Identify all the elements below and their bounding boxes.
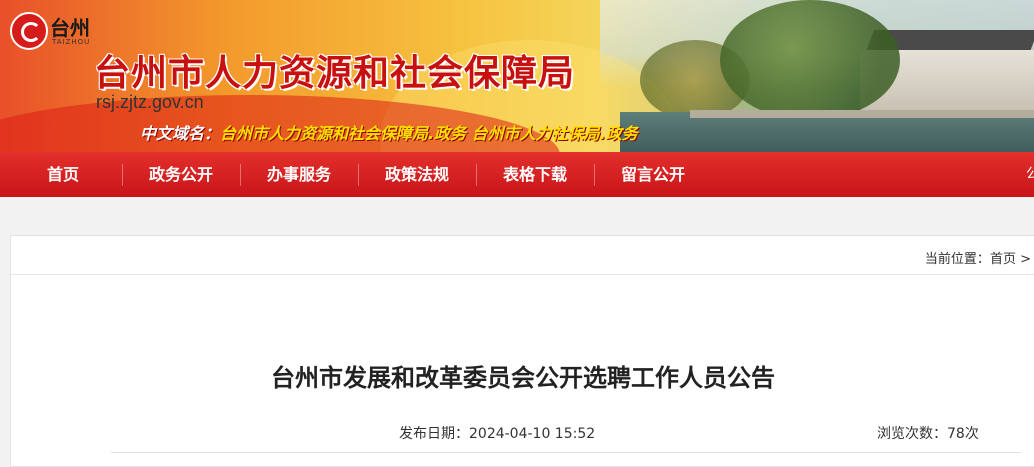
view-count: 浏览次数：78次 xyxy=(877,423,979,443)
site-banner: 台州 TAIZHOU 台州市人力资源和社会保障局 rsj.zjtz.gov.cn… xyxy=(0,0,1034,152)
nav-item-services[interactable]: 办事服务 xyxy=(240,152,358,197)
view-count-label: 浏览次数： xyxy=(877,426,947,442)
banner-tree-large xyxy=(720,0,900,120)
chinese-domain-value: 台州市人力资源和社会保障局.政务 台州市人力社保局.政务 xyxy=(220,124,638,143)
publish-date-label: 发布日期： xyxy=(399,426,469,442)
site-title: 台州市人力资源和社会保障局 xyxy=(94,53,576,94)
logo-icon xyxy=(10,12,48,50)
nav-item-forms-download[interactable]: 表格下载 xyxy=(476,152,594,197)
breadcrumb-home-link[interactable]: 首页 xyxy=(990,252,1016,267)
nav-item-home[interactable]: 首页 xyxy=(4,152,122,197)
nav-item-policies[interactable]: 政策法规 xyxy=(358,152,476,197)
breadcrumb-prefix: 当前位置： xyxy=(924,252,990,267)
banner-walkway xyxy=(690,110,1034,118)
breadcrumb-bar: 当前位置：首页 > xyxy=(11,236,1034,275)
article-title: 台州市发展和改革委员会公开选聘工作人员公告 xyxy=(271,364,775,392)
chinese-domain: 中文域名：台州市人力资源和社会保障局.政务 台州市人力社保局.政务 xyxy=(140,120,638,144)
main-nav: 首页 政务公开 办事服务 政策法规 表格下载 留言公开 公 xyxy=(0,152,1034,197)
logo-subtext: TAIZHOU xyxy=(52,38,91,46)
logo-text: 台州 xyxy=(50,16,90,40)
publish-date: 发布日期：2024-04-10 15:52 xyxy=(399,423,595,443)
breadcrumb: 当前位置：首页 > xyxy=(925,248,1031,267)
chinese-domain-label: 中文域名： xyxy=(140,124,221,143)
city-logo[interactable]: 台州 TAIZHOU xyxy=(10,10,106,50)
content-panel: 当前位置：首页 > 台州市发展和改革委员会公开选聘工作人员公告 发布日期：202… xyxy=(10,235,1034,467)
publish-date-value: 2024-04-10 15:52 xyxy=(469,426,596,442)
nav-item-overflow[interactable]: 公 xyxy=(1026,152,1034,197)
meta-divider xyxy=(111,452,1021,453)
view-count-value: 78次 xyxy=(947,426,979,442)
nav-item-public-messages[interactable]: 留言公开 xyxy=(594,152,712,197)
breadcrumb-separator: > xyxy=(1020,252,1031,267)
banner-water xyxy=(620,112,1034,152)
domain-url: rsj.zjtz.gov.cn xyxy=(96,92,204,112)
nav-item-government-affairs[interactable]: 政务公开 xyxy=(122,152,240,197)
